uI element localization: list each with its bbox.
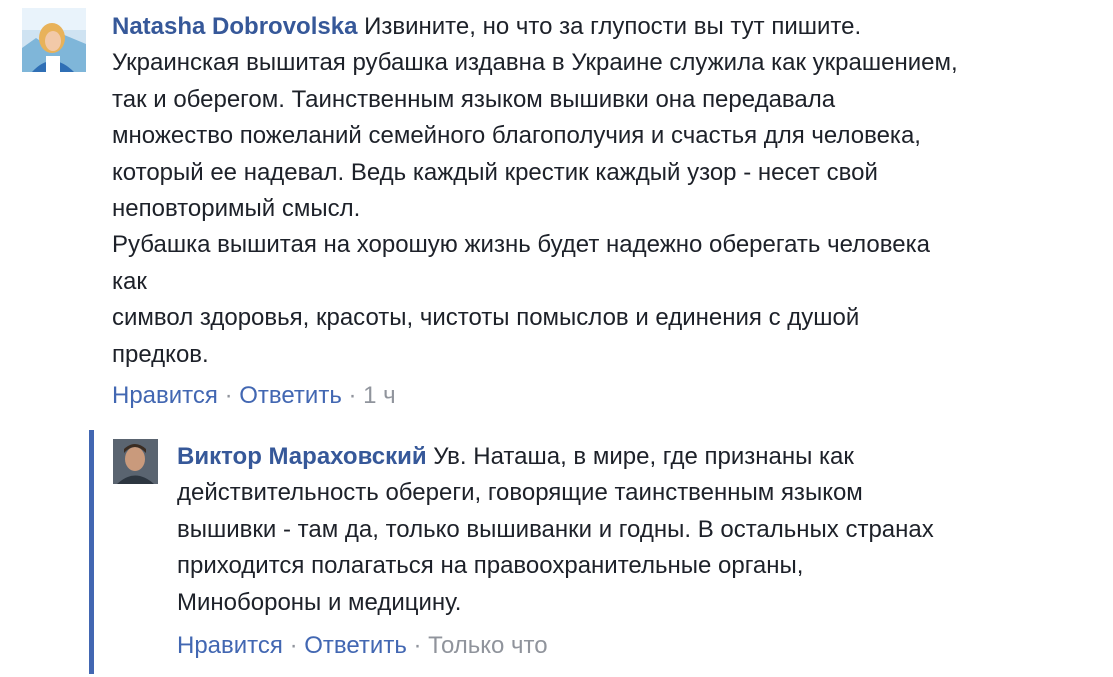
separator: · [282, 632, 305, 659]
comment-timestamp[interactable]: Только что [428, 632, 547, 659]
like-link[interactable]: Нравится [177, 632, 283, 659]
reply-link[interactable]: Ответить [239, 382, 342, 409]
comment-timestamp[interactable]: 1 ч [363, 382, 396, 409]
comment-body: Виктор Мараховский Ув. Наташа, в мире, г… [177, 439, 1077, 621]
separator: · [406, 632, 429, 659]
reply-thread-indicator [89, 430, 94, 674]
separator: · [217, 382, 240, 409]
user-avatar[interactable] [22, 8, 86, 72]
separator: · [341, 382, 364, 409]
comment-text: Извините, но что за глупости вы тут пиши… [112, 13, 958, 368]
comment-author[interactable]: Natasha Dobrovolska [112, 13, 357, 40]
comment-author[interactable]: Виктор Мараховский [177, 443, 427, 470]
user-avatar[interactable] [113, 439, 158, 484]
reply-link[interactable]: Ответить [304, 632, 407, 659]
reply-comment: Виктор Мараховский Ув. Наташа, в мире, г… [113, 439, 1103, 669]
comment-body: Natasha Dobrovolska Извините, но что за … [112, 9, 1072, 373]
comment-actions: Нравится · Ответить · 1 ч [112, 381, 396, 411]
comment-actions: Нравится · Ответить · Только что [177, 631, 548, 661]
like-link[interactable]: Нравится [112, 382, 218, 409]
person-photo-icon [113, 439, 158, 484]
person-photo-icon [22, 8, 86, 72]
comment: Natasha Dobrovolska Извините, но что за … [22, 8, 1112, 418]
